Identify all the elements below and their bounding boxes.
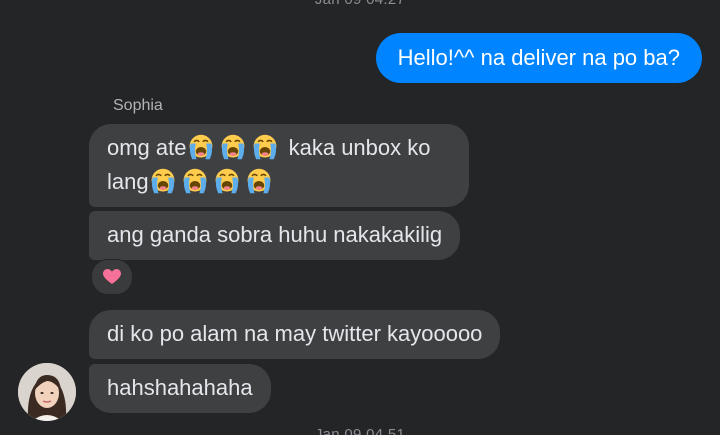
incoming-message[interactable]: hahshahahaha — [89, 364, 271, 413]
crying-emoji-icon — [219, 133, 247, 161]
message-text: ang ganda sobra huhu nakakakilig — [107, 222, 443, 247]
crying-emoji-icon — [181, 167, 209, 195]
avatar[interactable] — [18, 363, 76, 421]
message-text: kaka unbox ko — [282, 135, 431, 160]
message-text: hahshahahaha — [107, 375, 253, 400]
message-text: Hello!^^ na deliver na po ba? — [397, 45, 680, 70]
crying-emoji-icon — [149, 167, 177, 195]
incoming-message[interactable]: ang ganda sobra huhu nakakakilig — [89, 211, 461, 260]
message-text: omg ate — [107, 135, 187, 160]
message-reaction[interactable] — [91, 259, 133, 295]
crying-emoji-icon — [245, 167, 273, 195]
timestamp: Jan 09 04.27 — [0, 0, 720, 8]
crying-emoji-icon — [187, 133, 215, 161]
sender-name: Sophia — [113, 97, 163, 114]
profile-photo-icon — [18, 363, 76, 421]
crying-emoji-icon — [213, 167, 241, 195]
chat-screen: Jan 09 04.27 Hello!^^ na deliver na po b… — [0, 0, 720, 435]
pink-heart-icon — [103, 269, 121, 284]
incoming-message[interactable]: omg ate kaka unbox ko lang — [89, 124, 469, 207]
crying-emoji-icon — [251, 133, 279, 161]
message-text: di ko po alam na may twitter kayooooo — [107, 321, 483, 346]
incoming-message[interactable]: di ko po alam na may twitter kayooooo — [89, 310, 501, 359]
timestamp: Jan 09 04.51 — [314, 426, 406, 435]
message-text: lang — [107, 169, 149, 194]
outgoing-message[interactable]: Hello!^^ na deliver na po ba? — [375, 33, 702, 83]
